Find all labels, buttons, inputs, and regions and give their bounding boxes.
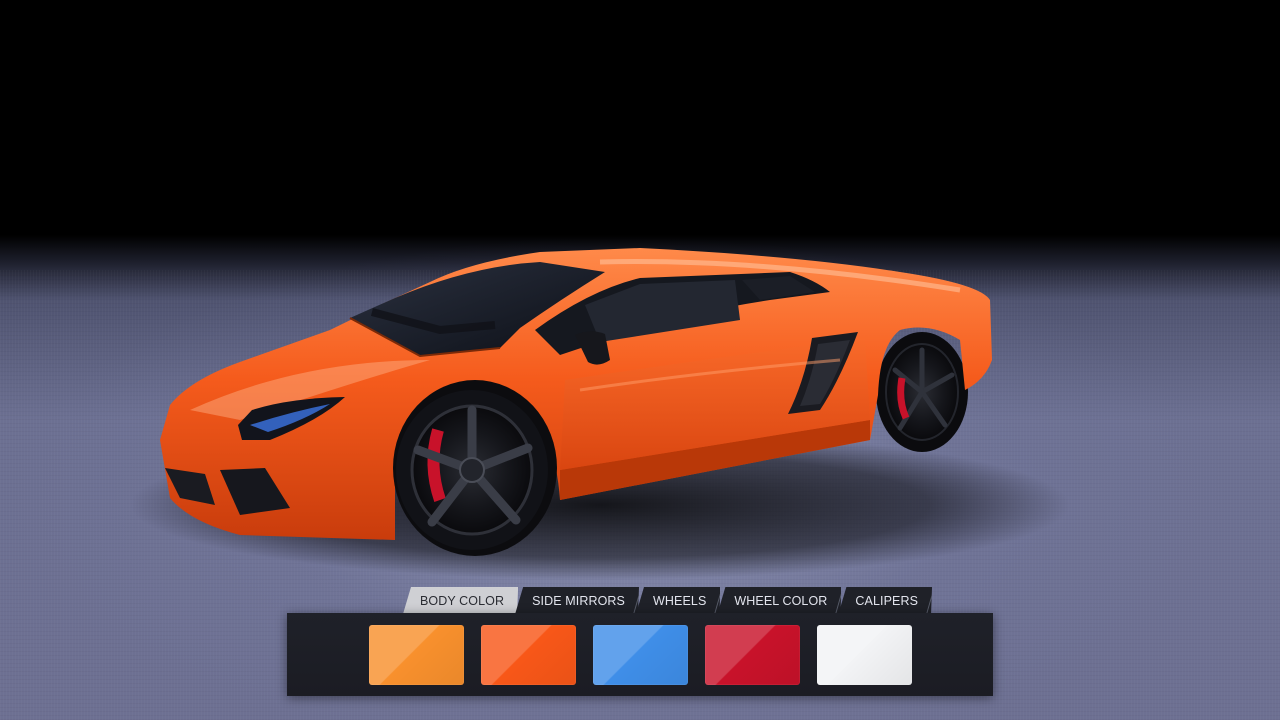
swatch-blue[interactable]: [593, 625, 688, 685]
swatch-red[interactable]: [705, 625, 800, 685]
tab-label: BODY COLOR: [420, 593, 505, 608]
tab-label: WHEEL COLOR: [734, 593, 828, 608]
tab-body-color[interactable]: BODY COLOR: [403, 587, 518, 614]
configurator-stage: BODY COLOR SIDE MIRRORS WHEELS WHEEL COL…: [0, 0, 1280, 720]
tab-wheels[interactable]: WHEELS: [636, 587, 720, 614]
tab-calipers[interactable]: CALIPERS: [838, 587, 932, 614]
tab-label: WHEELS: [653, 593, 707, 608]
option-tabs: BODY COLOR SIDE MIRRORS WHEELS WHEEL COL…: [403, 587, 929, 614]
rear-wheel: [876, 332, 968, 452]
tab-label: SIDE MIRRORS: [532, 593, 625, 608]
swatch-orange[interactable]: [481, 625, 576, 685]
color-swatch-panel: [287, 613, 993, 696]
front-wheel: [396, 390, 548, 550]
swatch-orange-light[interactable]: [369, 625, 464, 685]
swatch-white[interactable]: [817, 625, 912, 685]
tab-wheel-color[interactable]: WHEEL COLOR: [717, 587, 841, 614]
car-3d-viewport[interactable]: [0, 0, 1280, 600]
tab-label: CALIPERS: [855, 593, 919, 608]
tab-side-mirrors[interactable]: SIDE MIRRORS: [515, 587, 639, 614]
configurator-panel: BODY COLOR SIDE MIRRORS WHEELS WHEEL COL…: [287, 587, 993, 696]
car-render: [130, 248, 1070, 580]
